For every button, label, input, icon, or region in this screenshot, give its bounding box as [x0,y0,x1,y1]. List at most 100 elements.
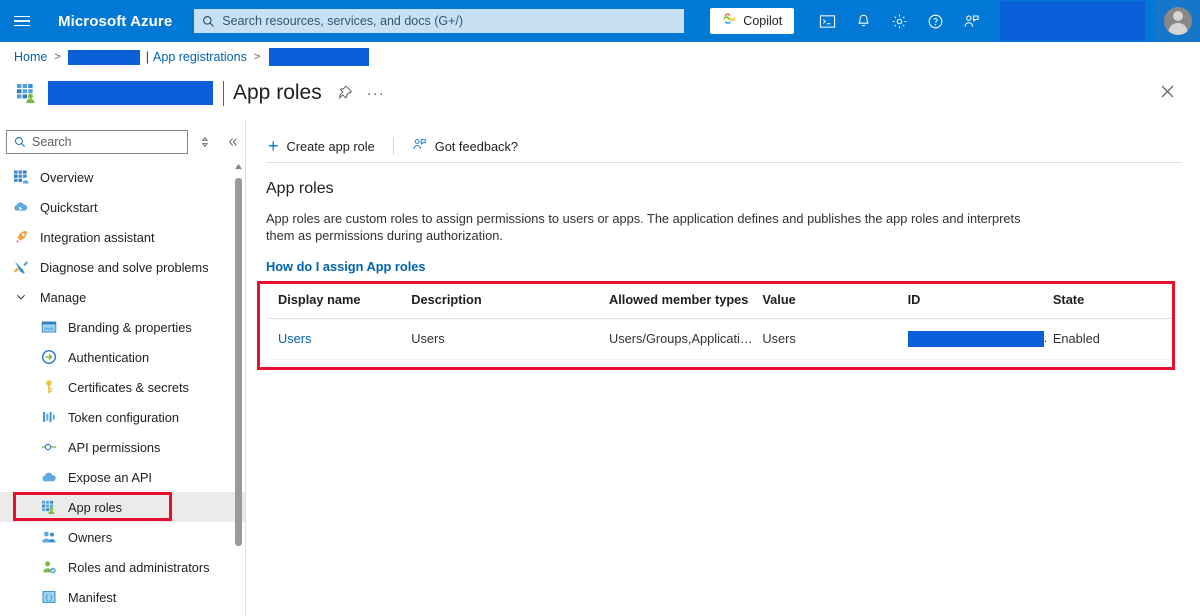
sidebar-item-label: Diagnose and solve problems [40,259,209,275]
copilot-button[interactable]: Copilot [710,8,795,34]
ellipsis-icon[interactable]: ··· [366,81,386,105]
sidebar-item-label: Expose an API [68,469,152,485]
breadcrumb-app-registrations[interactable]: App registrations [153,50,247,64]
column-header-id[interactable]: ID [907,288,1053,319]
sidebar-item-app-roles[interactable]: App roles [0,492,245,522]
cell-id: . [907,318,1053,360]
sidebar-item-expose-an-api[interactable]: Expose an API [0,462,245,492]
sidebar-item-roles-and-administrators[interactable]: Roles and administrators [0,552,245,582]
column-header-allowed-member-types[interactable]: Allowed member types [608,288,763,319]
hamburger-menu-icon[interactable] [0,0,44,42]
svg-text:{}: {} [44,594,52,602]
breadcrumb-pipe: | [145,50,150,64]
sidebar-item-integration-assistant[interactable]: Integration assistant [0,222,245,252]
sidebar-item-label: App roles [68,499,123,515]
section-heading: App roles [266,180,334,197]
left-navigation-panel: Overview Quickstart Integration assistan… [0,120,246,616]
pin-icon[interactable] [336,81,356,105]
command-bar-divider [392,137,394,155]
table-row[interactable]: Users Users Users/Groups,Applicatio... U… [268,318,1174,360]
cell-description: Users [411,318,609,360]
column-header-state[interactable]: State [1052,288,1174,319]
got-feedback-button[interactable]: Got feedback? [406,131,524,161]
sidebar-item-label: Overview [40,169,94,185]
header-icon-group [810,4,988,38]
table-body: Users Users Users/Groups,Applicatio... U… [268,318,1174,360]
cloud-api-icon [40,469,57,486]
sidebar-search-box[interactable] [6,130,188,154]
sidebar-item-label: Authentication [68,349,150,365]
scroll-up-arrow-icon[interactable] [233,160,244,172]
app-role-display-name-link[interactable]: Users [278,331,311,346]
global-search-input[interactable] [222,14,677,28]
help-question-icon[interactable] [918,4,952,38]
wrench-tools-icon [12,259,29,276]
account-info-redaction [1000,1,1146,41]
breadcrumb: Home > | App registrations > [0,42,1200,72]
section-description: App roles are custom roles to assign per… [266,211,1021,243]
owners-people-icon [40,529,57,546]
sidebar-group-manage[interactable]: Manage [0,282,245,312]
command-bar-rule [266,162,1182,163]
app-role-id-redaction [907,330,1044,347]
sidebar-scrollbar-thumb[interactable] [235,178,242,546]
column-header-display-name[interactable]: Display name [268,288,412,319]
user-account-button[interactable] [1156,0,1200,42]
close-icon[interactable] [1154,78,1180,104]
sort-icon[interactable] [193,130,217,154]
cell-display-name: Users [268,318,412,360]
app-name-redaction [48,81,213,105]
column-header-value[interactable]: Value [762,288,908,319]
notifications-bell-icon[interactable] [846,4,880,38]
breadcrumb-home[interactable]: Home [14,50,47,64]
svg-text:www: www [44,326,54,331]
sidebar-search-input[interactable] [32,135,180,149]
sidebar-search-row [0,120,245,160]
create-app-role-button[interactable]: + Create app role [262,131,381,161]
copilot-icon [722,11,737,31]
roles-admin-icon [40,559,57,576]
sidebar-item-branding-and-properties[interactable]: www Branding & properties [0,312,245,342]
cloud-shell-icon[interactable] [810,4,844,38]
global-search-box[interactable] [194,9,685,33]
sidebar-item-label: Manifest [68,589,117,605]
azure-brand-label[interactable]: Microsoft Azure [58,13,172,30]
sidebar-item-label: Owners [68,529,113,545]
breadcrumb-app-redaction [269,48,370,66]
main-content: App roles App roles are custom roles to … [266,180,1186,276]
table-header-row: Display name Description Allowed member … [268,288,1174,319]
page-title: App roles [233,81,322,104]
feedback-person-icon[interactable] [954,4,988,38]
key-icon [40,379,57,396]
cell-value: Users [762,318,908,360]
sidebar-item-certificates-and-secrets[interactable]: Certificates & secrets [0,372,245,402]
sidebar-item-manifest[interactable]: {} Manifest [0,582,245,612]
sidebar-item-quickstart[interactable]: Quickstart [0,192,245,222]
sidebar-item-overview[interactable]: Overview [0,162,245,192]
chevron-down-icon [12,289,29,306]
overview-grid-icon [12,169,29,186]
sidebar-item-label: Token configuration [68,409,179,425]
sidebar-item-api-permissions[interactable]: API permissions [0,432,245,462]
user-avatar [1164,7,1192,35]
sidebar-item-diagnose-and-solve-problems[interactable]: Diagnose and solve problems [0,252,245,282]
sidebar-item-label: Roles and administrators [68,559,210,575]
column-header-description[interactable]: Description [411,288,609,319]
sidebar-item-token-configuration[interactable]: Token configuration [0,402,245,432]
command-bar: + Create app role Got feedback? [262,130,1182,162]
table-header: Display name Description Allowed member … [268,288,1174,319]
app-roles-table: Display name Description Allowed member … [268,288,1174,360]
assign-app-roles-link[interactable]: How do I assign App roles [266,259,426,274]
create-app-role-label: Create app role [286,138,375,154]
sidebar-scrollbar[interactable] [233,160,244,612]
app-roles-table-container: Display name Description Allowed member … [268,288,1174,360]
settings-gear-icon[interactable] [882,4,916,38]
page-header: App roles ··· [0,72,1200,114]
app-roles-icon [14,80,40,106]
sidebar-item-authentication[interactable]: Authentication [0,342,245,372]
sidebar-item-owners[interactable]: Owners [0,522,245,552]
double-chevron-left-icon[interactable] [221,130,245,154]
cell-allowed-member-types: Users/Groups,Applicatio... [608,318,763,360]
title-divider [223,80,224,106]
rocket-icon [12,229,29,246]
